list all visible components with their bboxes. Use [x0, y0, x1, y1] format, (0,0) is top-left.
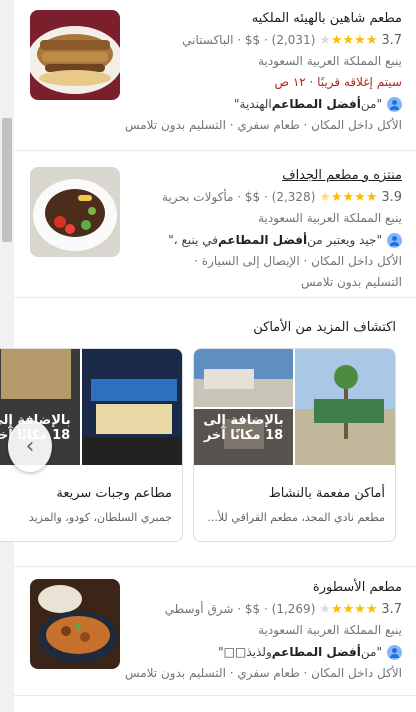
star-rating-icon: ★★★★★	[319, 602, 378, 617]
service-options-more: التسليم بدون تلامس	[301, 275, 402, 289]
restaurant-card-3[interactable]: مطعم الأسطورة 3.7 ★★★★★ (1,269) · $$ · ش…	[14, 566, 416, 696]
chevron-left-icon[interactable]: ‹	[8, 420, 52, 472]
location-text: ينبع المملكة العربية السعودية	[258, 211, 402, 225]
person-avatar-icon	[387, 232, 402, 248]
rating-value: 3.7	[381, 33, 402, 48]
rating-row: 3.9 ★★★★★ (2,328) · $$ · مأكولات بحرية	[162, 190, 402, 205]
cuisine-category: الباكستاني	[182, 33, 234, 47]
price-level: $$	[244, 33, 261, 47]
review-count: (2,328)	[271, 190, 316, 204]
cuisine-category: شرق أوسطي	[164, 602, 234, 616]
restaurant-name[interactable]: مطعم شاهين بالهيئه الملكيه	[14, 10, 402, 30]
rating-value: 3.9	[381, 190, 402, 205]
rating-row: 3.7 ★★★★★ (1,269) · $$ · شرق أوسطي	[164, 602, 402, 617]
explore-card-subtitle: مطعم نادي المجد، مطعم القراقي للأ...	[207, 511, 385, 524]
explore-card-subtitle: جمبري السلطان، كودو، والمزيد	[28, 511, 172, 524]
cuisine-category: مأكولات بحرية	[162, 190, 234, 204]
review-snippet: "جيد ويعتبر من أفضل المطاعم في ينبع ،"	[14, 229, 402, 251]
explore-collage-1: بالإضافة إلى 18 مكانًا آخر	[194, 349, 395, 465]
explore-card-lively[interactable]: بالإضافة إلى 18 مكانًا آخر أماكن مفعمة ب…	[193, 348, 396, 542]
service-options: الأكل داخل المكان · طعام سفري · التسليم …	[124, 118, 402, 132]
restaurant-info-1: مطعم شاهين بالهيئه الملكيه 3.7 ★★★★★ (2,…	[14, 10, 402, 136]
review-count: (1,269)	[271, 602, 316, 616]
review-snippet: "من أفضل المطاعم ولذيذ□□"	[14, 641, 402, 663]
explore-card-title[interactable]: مطاعم وجبات سريعة	[56, 486, 172, 501]
rating-value: 3.7	[381, 602, 402, 617]
star-rating-icon: ★★★★★	[319, 33, 378, 48]
location-text: ينبع المملكة العربية السعودية	[258, 54, 402, 68]
star-rating-icon: ★★★★★	[319, 190, 378, 205]
restaurant-info-2: منتزه و مطعم الجداف 3.9 ★★★★★ (2,328) · …	[14, 167, 402, 293]
scrollbar-thumb[interactable]	[2, 118, 12, 242]
hours-status: سيتم إغلاقه قريبًا ⋅ ١٢ ص	[274, 75, 403, 89]
service-options: الأكل داخل المكان · طعام سفري · التسليم …	[124, 666, 402, 680]
explore-section-title: اكتشاف المزيد من الأماكن	[253, 320, 396, 335]
restaurant-card-2[interactable]: منتزه و مطعم الجداف 3.9 ★★★★★ (2,328) · …	[14, 151, 416, 298]
rating-row: 3.7 ★★★★★ (2,031) · $$ · الباكستاني	[182, 33, 402, 48]
location-text: ينبع المملكة العربية السعودية	[258, 623, 402, 637]
restaurant-card-1[interactable]: مطعم شاهين بالهيئه الملكيه 3.7 ★★★★★ (2,…	[14, 0, 416, 151]
more-places-overlay: بالإضافة إلى 18 مكانًا آخر	[203, 413, 284, 443]
person-avatar-icon	[387, 644, 402, 660]
service-options: الأكل داخل المكان · الإيصال إلى السيارة …	[194, 254, 402, 268]
person-avatar-icon	[387, 96, 402, 112]
price-level: $$	[244, 190, 261, 204]
explore-card-title[interactable]: أماكن مفعمة بالنشاط	[269, 486, 385, 501]
restaurant-info-3: مطعم الأسطورة 3.7 ★★★★★ (1,269) · $$ · ش…	[14, 579, 402, 684]
review-count: (2,031)	[271, 33, 316, 47]
restaurant-name[interactable]: منتزه و مطعم الجداف	[14, 167, 402, 187]
review-snippet: "من أفضل المطاعم الهندية"	[14, 93, 402, 115]
restaurant-name[interactable]: مطعم الأسطورة	[14, 579, 402, 599]
price-level: $$	[244, 602, 261, 616]
